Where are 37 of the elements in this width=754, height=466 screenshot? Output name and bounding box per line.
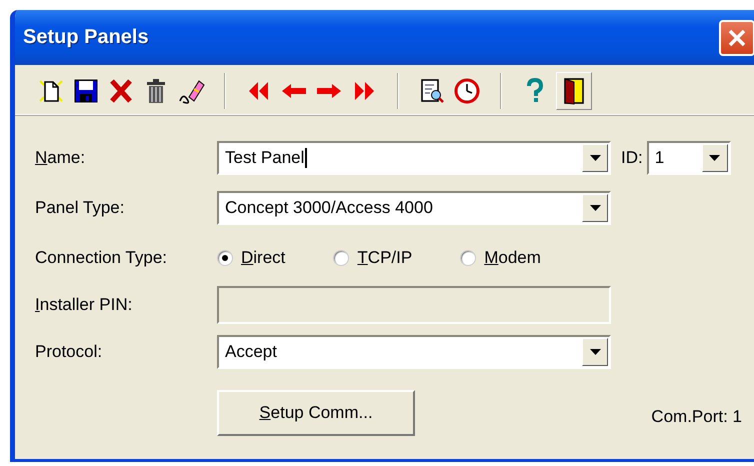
exit-button[interactable] — [556, 72, 592, 110]
dropdown-arrow-button[interactable] — [582, 194, 608, 222]
radio-button[interactable] — [333, 250, 350, 266]
installer-pin-label: Installer PIN: — [35, 295, 134, 315]
down-triangle-icon — [590, 155, 600, 161]
panel-type-combo-box[interactable]: Concept 3000/Access 4000 — [217, 191, 611, 225]
connection-type-label: Connection Type: — [35, 248, 168, 268]
name-value: Test Panel — [225, 148, 304, 168]
radio-label: TCP/IP — [357, 248, 412, 268]
down-triangle-icon — [590, 205, 600, 211]
dropdown-arrow-button[interactable] — [582, 338, 608, 366]
name-combo-box[interactable]: Test Panel — [217, 141, 611, 175]
com-port-text: Com.Port: 1 — [651, 407, 742, 427]
dropdown-arrow-button[interactable] — [702, 144, 728, 172]
door-icon — [561, 77, 587, 105]
id-combo-box[interactable]: 1 — [646, 141, 731, 175]
name-label: Name: — [35, 148, 86, 168]
clock-icon[interactable] — [453, 77, 481, 105]
id-label: ID: — [621, 148, 643, 168]
delete-icon[interactable] — [107, 77, 135, 105]
radio-label: Modem — [484, 248, 541, 268]
down-triangle-icon — [590, 349, 600, 355]
panel-type-label: Panel Type: — [35, 198, 126, 218]
id-value: 1 — [654, 148, 664, 168]
document-search-icon[interactable] — [418, 77, 446, 105]
radio-label: Direct — [241, 248, 286, 268]
down-triangle-icon — [709, 155, 720, 161]
protocol-value: Accept — [225, 342, 277, 362]
radio-button[interactable] — [460, 250, 476, 266]
protocol-label: Protocol: — [35, 342, 104, 362]
setup-comm-button[interactable]: Setup Comm... — [217, 390, 415, 436]
panel-type-value: Concept 3000/Access 4000 — [225, 198, 433, 218]
close-button[interactable] — [719, 20, 754, 56]
window-title: Setup Panels — [23, 26, 149, 49]
radio-button[interactable] — [217, 250, 233, 266]
dropdown-arrow-button[interactable] — [582, 144, 608, 172]
protocol-combo-box[interactable]: Accept — [217, 335, 611, 369]
